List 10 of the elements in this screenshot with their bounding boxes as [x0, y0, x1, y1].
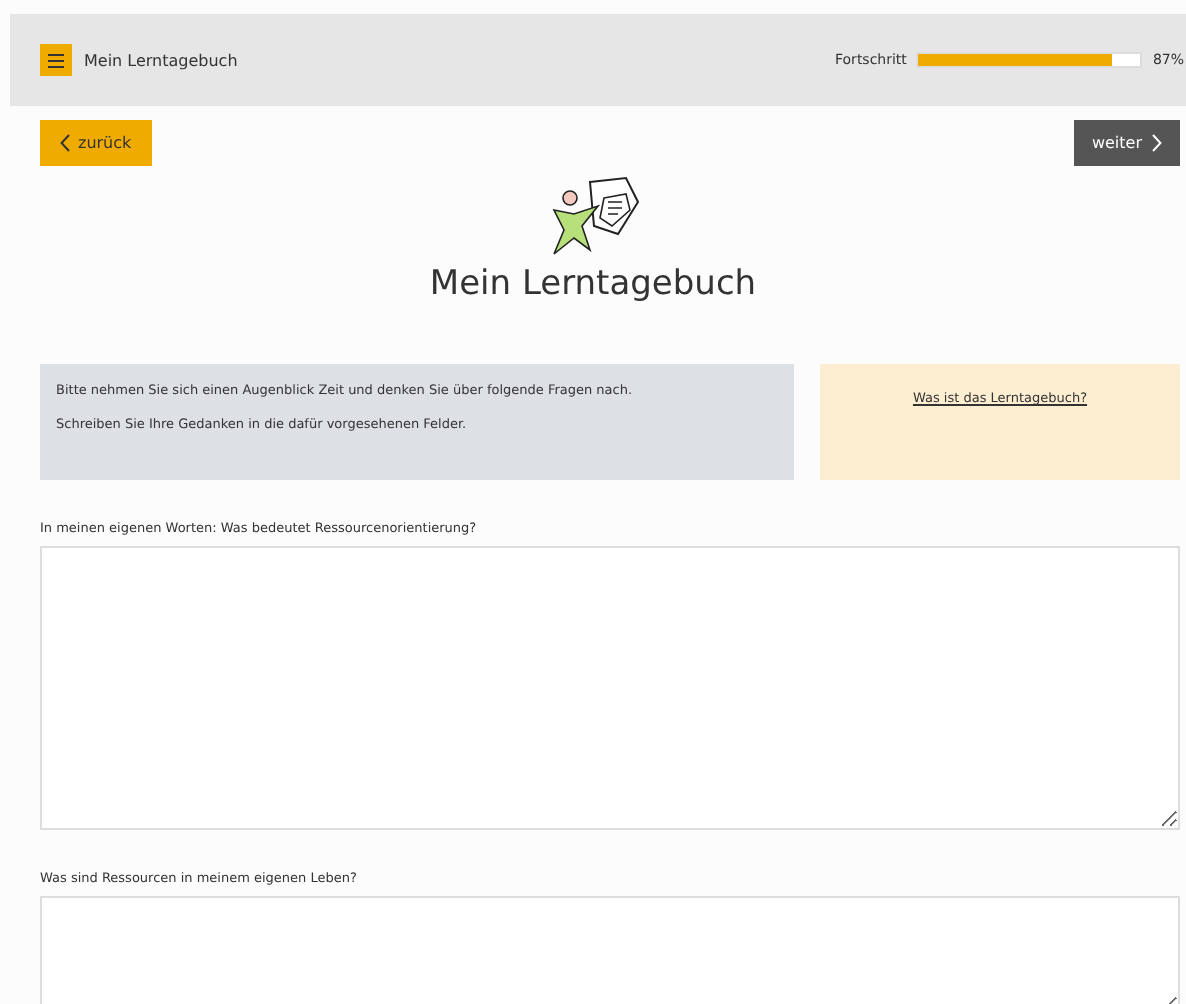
menu-button[interactable] — [40, 44, 72, 76]
page-title: Mein Lerntagebuch — [427, 264, 759, 304]
answer-field[interactable] — [40, 896, 1180, 1004]
chevron-left-icon — [60, 134, 70, 152]
answer-field[interactable] — [40, 546, 1180, 830]
back-button[interactable]: zurück — [40, 120, 152, 166]
app-title: Mein Lerntagebuch — [84, 51, 238, 69]
chevron-right-icon — [1152, 134, 1162, 152]
next-button[interactable]: weiter — [1073, 120, 1180, 166]
menu-icon — [48, 53, 64, 67]
